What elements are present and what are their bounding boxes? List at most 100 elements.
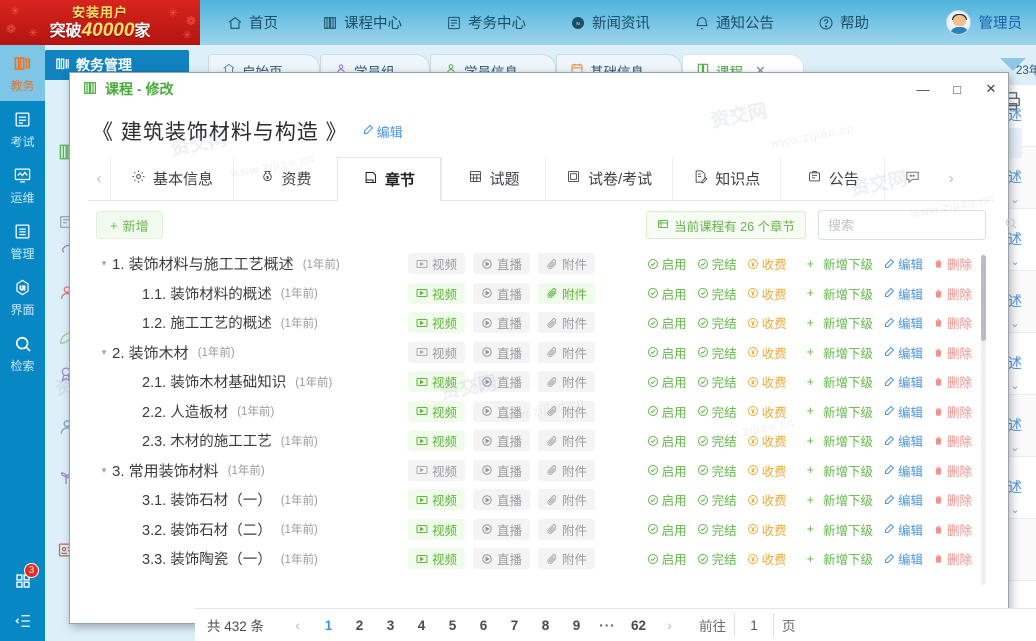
chapter-title[interactable]: 2. 装饰木材	[112, 342, 189, 363]
search-box[interactable]	[818, 210, 1017, 240]
action-finish[interactable]: 完结	[697, 490, 737, 509]
pill-video[interactable]: 视频	[408, 430, 466, 452]
pill-video[interactable]: 视频	[408, 312, 466, 334]
tab-fees[interactable]: 资费	[233, 157, 337, 200]
pill-attachment[interactable]: 附件	[538, 430, 596, 452]
sidebar-item-kaoshi[interactable]: 考试	[0, 101, 45, 157]
action-enable[interactable]: 启用	[647, 284, 687, 303]
chapter-title[interactable]: 3.1. 装饰石材（一）	[142, 489, 272, 510]
pill-video[interactable]: 视频	[408, 459, 466, 481]
edit-course-link[interactable]: 编辑	[362, 122, 403, 141]
action-delete[interactable]: 删除	[933, 372, 972, 391]
page-next-button[interactable]: ›	[654, 609, 685, 641]
chapter-title[interactable]: 1.2. 施工工艺的概述	[142, 312, 272, 333]
action-delete[interactable]: 删除	[933, 284, 972, 303]
topnav-item-home[interactable]: 首页	[205, 0, 300, 45]
action-fee[interactable]: 收费	[747, 402, 787, 421]
pill-live[interactable]: 直播	[473, 400, 531, 422]
action-finish[interactable]: 完结	[697, 549, 737, 568]
page-button[interactable]: 9	[561, 609, 592, 641]
table-row[interactable]: ▾ 2. 装饰木材 (1年前) 视频 直播 附件 启用 完结 收费 + 新增下级 …	[96, 338, 986, 368]
sidebar-item-jiaowu[interactable]: 教务	[0, 45, 45, 101]
pill-live[interactable]: 直播	[473, 430, 531, 452]
action-add-sub[interactable]: + 新增下级	[807, 402, 873, 421]
list-scrollbar-thumb[interactable]	[981, 255, 986, 341]
tab-announcements[interactable]: 公告	[780, 157, 884, 200]
pill-live[interactable]: 直播	[473, 253, 531, 275]
action-finish[interactable]: 完结	[697, 254, 737, 273]
apps-grid-button[interactable]: 3	[0, 561, 45, 601]
action-enable[interactable]: 启用	[647, 402, 687, 421]
pill-video[interactable]: 视频	[408, 371, 466, 393]
topnav-item-announcement[interactable]: 通知公告	[672, 0, 796, 45]
action-delete[interactable]: 删除	[933, 254, 972, 273]
action-edit[interactable]: 编辑	[883, 402, 923, 421]
pill-attachment[interactable]: 附件	[538, 371, 596, 393]
table-row[interactable]: 3.2. 装饰石材（二） (1年前) 视频 直播 附件 启用 完结 收费 + 新增…	[96, 515, 986, 545]
topnav-item-exam-center[interactable]: 考务中心	[424, 0, 548, 45]
tab-chapters[interactable]: 章节	[337, 157, 442, 201]
pill-live[interactable]: 直播	[473, 282, 531, 304]
table-row[interactable]: 1.2. 施工工艺的概述 (1年前) 视频 直播 附件 启用 完结 收费 + 新增…	[96, 308, 986, 338]
action-enable[interactable]: 启用	[647, 461, 687, 480]
action-add-sub[interactable]: + 新增下级	[807, 343, 873, 362]
sidebar-item-jiemian[interactable]: UI 界面	[0, 269, 45, 325]
pill-live[interactable]: 直播	[473, 371, 531, 393]
action-delete[interactable]: 删除	[933, 520, 972, 539]
action-add-sub[interactable]: + 新增下级	[807, 431, 873, 450]
action-edit[interactable]: 编辑	[883, 284, 923, 303]
action-delete[interactable]: 删除	[933, 402, 972, 421]
action-edit[interactable]: 编辑	[883, 372, 923, 391]
tab-basic-info[interactable]: 基本信息	[110, 157, 233, 200]
table-row[interactable]: 2.2. 人造板材 (1年前) 视频 直播 附件 启用 完结 收费 + 新增下级 …	[96, 397, 986, 427]
pill-attachment[interactable]: 附件	[538, 282, 596, 304]
tab-comments[interactable]	[884, 157, 940, 200]
table-row[interactable]: 1.1. 装饰材料的概述 (1年前) 视频 直播 附件 启用 完结 收费 + 新增…	[96, 279, 986, 309]
action-finish[interactable]: 完结	[697, 520, 737, 539]
sidebar-item-guanli[interactable]: 管理	[0, 213, 45, 269]
action-add-sub[interactable]: + 新增下级	[807, 549, 873, 568]
close-button[interactable]: ✕	[974, 73, 1008, 105]
action-edit[interactable]: 编辑	[883, 461, 923, 480]
action-edit[interactable]: 编辑	[883, 431, 923, 450]
action-fee[interactable]: 收费	[747, 254, 787, 273]
chapter-title[interactable]: 2.1. 装饰木材基础知识	[142, 371, 286, 392]
action-finish[interactable]: 完结	[697, 431, 737, 450]
action-edit[interactable]: 编辑	[883, 313, 923, 332]
chapter-title[interactable]: 2.2. 人造板材	[142, 401, 228, 422]
pill-live[interactable]: 直播	[473, 459, 531, 481]
pill-attachment[interactable]: 附件	[538, 548, 596, 570]
maximize-button[interactable]: □	[940, 73, 974, 105]
action-add-sub[interactable]: + 新增下级	[807, 313, 873, 332]
pill-video[interactable]: 视频	[408, 548, 466, 570]
pill-attachment[interactable]: 附件	[538, 489, 596, 511]
action-add-sub[interactable]: + 新增下级	[807, 490, 873, 509]
action-finish[interactable]: 完结	[697, 284, 737, 303]
tabs-prev-arrow[interactable]: ‹	[88, 157, 110, 200]
action-finish[interactable]: 完结	[697, 343, 737, 362]
tab-papers-exams[interactable]: 试卷/考试	[545, 157, 672, 200]
pill-video[interactable]: 视频	[408, 489, 466, 511]
search-icon[interactable]	[1004, 216, 1018, 235]
page-button[interactable]: 7	[499, 609, 530, 641]
page-button[interactable]: 3	[375, 609, 406, 641]
pill-video[interactable]: 视频	[408, 400, 466, 422]
promo-banner[interactable]: ✳ ✳ ✳ ✳ ❁ ❁ 安装用户 突破40000家	[0, 0, 200, 45]
page-prev-button[interactable]: ‹	[282, 609, 313, 641]
action-edit[interactable]: 编辑	[883, 520, 923, 539]
action-edit[interactable]: 编辑	[883, 549, 923, 568]
action-fee[interactable]: 收费	[747, 431, 787, 450]
list-scrollbar[interactable]	[981, 255, 986, 585]
action-enable[interactable]: 启用	[647, 313, 687, 332]
action-add-sub[interactable]: + 新增下级	[807, 461, 873, 480]
action-fee[interactable]: 收费	[747, 461, 787, 480]
goto-page-input[interactable]	[734, 613, 775, 637]
action-delete[interactable]: 删除	[933, 431, 972, 450]
pill-video[interactable]: 视频	[408, 341, 466, 363]
search-input[interactable]	[828, 217, 1004, 233]
pill-live[interactable]: 直播	[473, 518, 531, 540]
chapter-title[interactable]: 3. 常用装饰材料	[112, 460, 219, 481]
table-row[interactable]: ▾ 3. 常用装饰材料 (1年前) 视频 直播 附件 启用 完结 收费 + 新增下…	[96, 456, 986, 486]
action-delete[interactable]: 删除	[933, 490, 972, 509]
tab-questions[interactable]: 试题	[441, 157, 545, 200]
